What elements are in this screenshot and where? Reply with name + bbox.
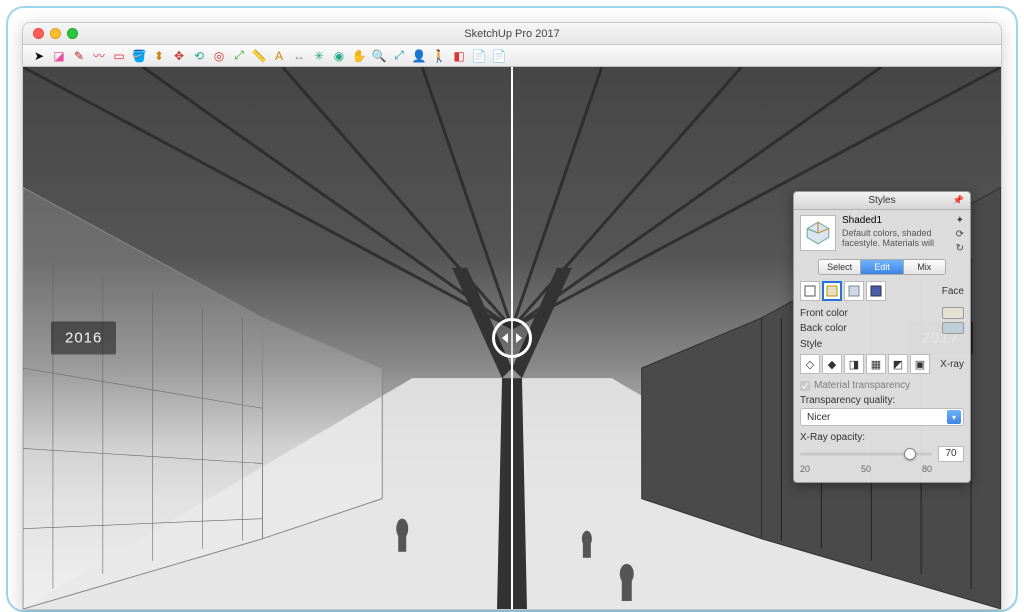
tab-mix[interactable]: Mix (903, 260, 945, 274)
tick-20: 20 (800, 464, 810, 474)
style-name: Shaded1 (842, 215, 950, 226)
tab-edit[interactable]: Edit (860, 260, 902, 274)
tool-axes-icon[interactable]: ✳ (311, 48, 327, 64)
tool-select-icon[interactable]: ➤ (31, 48, 47, 64)
style-label: Style (800, 339, 822, 350)
style-description: Default colors, shaded facestyle. Materi… (842, 228, 950, 249)
tool-offset-icon[interactable]: ◎ (211, 48, 227, 64)
refresh-style-icon[interactable]: ↻ (956, 243, 964, 254)
tool-layout2-icon[interactable]: 📄 (491, 48, 507, 64)
tool-eraser-icon[interactable]: ◪ (51, 48, 67, 64)
styles-panel-title-label: Styles (868, 195, 895, 206)
tool-text-icon[interactable]: A (271, 48, 287, 64)
background-settings-icon[interactable] (844, 281, 864, 301)
tool-zoom-icon[interactable]: 🔍 (371, 48, 387, 64)
front-color-swatch[interactable] (942, 307, 964, 319)
comparison-label-left: 2016 (51, 322, 116, 355)
style-wireframe-icon[interactable]: ◇ (800, 354, 820, 374)
new-style-icon[interactable]: ✦ (956, 215, 964, 226)
app-window: SketchUp Pro 2017 ➤◪✎〰▭🪣⬍✥⟲◎⤢📏A↔✳◉✋🔍⤢👤🚶◧… (22, 22, 1002, 610)
tool-pushpull-icon[interactable]: ⬍ (151, 48, 167, 64)
tool-layout1-icon[interactable]: 📄 (471, 48, 487, 64)
tool-orbit-icon[interactable]: ◉ (331, 48, 347, 64)
zoom-window-button[interactable] (67, 28, 78, 39)
tool-section-icon[interactable]: ◧ (451, 48, 467, 64)
material-transparency-label: Material transparency (814, 380, 910, 391)
tool-position-icon[interactable]: 👤 (411, 48, 427, 64)
titlebar: SketchUp Pro 2017 (23, 23, 1001, 45)
tool-freehand-icon[interactable]: 〰 (91, 48, 107, 64)
pin-icon[interactable]: 📌 (953, 195, 964, 206)
tool-zoomext-icon[interactable]: ⤢ (391, 48, 407, 64)
front-color-label: Front color (800, 308, 848, 319)
tool-walk-icon[interactable]: 🚶 (431, 48, 447, 64)
transparency-quality-select[interactable]: Nicer ▾ (800, 408, 964, 426)
tool-dimension-icon[interactable]: ↔ (291, 48, 307, 64)
xray-opacity-slider[interactable] (800, 447, 932, 461)
model-viewport[interactable]: 2016 2017 Styles 📌 Shaded1 Default col (23, 67, 1001, 609)
material-transparency-checkbox (800, 381, 810, 391)
back-color-label: Back color (800, 323, 847, 334)
transparency-quality-label: Transparency quality: (800, 395, 964, 406)
tab-select[interactable]: Select (819, 260, 860, 274)
tool-pan-icon[interactable]: ✋ (351, 48, 367, 64)
tool-rotate-icon[interactable]: ⟲ (191, 48, 207, 64)
style-mono-icon[interactable]: ◩ (888, 354, 908, 374)
material-transparency-row: Material transparency (800, 380, 964, 391)
tool-line-icon[interactable]: ✎ (71, 48, 87, 64)
style-xray-icon[interactable]: ▣ (910, 354, 930, 374)
update-style-icon[interactable]: ⟳ (956, 229, 964, 240)
tool-scale-icon[interactable]: ⤢ (231, 48, 247, 64)
tool-paint-icon[interactable]: 🪣 (131, 48, 147, 64)
style-textured-icon[interactable]: ▦ (866, 354, 886, 374)
tick-50: 50 (861, 464, 871, 474)
comparison-slider-handle[interactable] (492, 318, 532, 358)
style-thumbnail[interactable] (800, 215, 836, 251)
face-settings-icon[interactable] (822, 281, 842, 301)
window-title: SketchUp Pro 2017 (23, 28, 1001, 40)
xray-label: X-ray (940, 359, 964, 370)
tool-rectangle-icon[interactable]: ▭ (111, 48, 127, 64)
style-shaded-icon[interactable]: ◨ (844, 354, 864, 374)
main-toolbar: ➤◪✎〰▭🪣⬍✥⟲◎⤢📏A↔✳◉✋🔍⤢👤🚶◧📄📄 (23, 45, 1001, 67)
edge-settings-icon[interactable] (800, 281, 820, 301)
back-color-swatch[interactable] (942, 322, 964, 334)
styles-tab-group: Select Edit Mix (818, 259, 946, 275)
tool-move-icon[interactable]: ✥ (171, 48, 187, 64)
styles-panel[interactable]: Styles 📌 Shaded1 Default colors, shaded … (793, 191, 971, 483)
face-section-label: Face (942, 286, 964, 297)
xray-opacity-label: X-Ray opacity: (800, 432, 964, 443)
styles-panel-title[interactable]: Styles 📌 (794, 192, 970, 210)
watermark-settings-icon[interactable] (866, 281, 886, 301)
minimize-window-button[interactable] (50, 28, 61, 39)
close-window-button[interactable] (33, 28, 44, 39)
tick-80: 80 (922, 464, 932, 474)
xray-opacity-value[interactable]: 70 (938, 446, 964, 462)
transparency-quality-value: Nicer (807, 412, 830, 423)
tool-tape-icon[interactable]: 📏 (251, 48, 267, 64)
style-hidden-icon[interactable]: ◆ (822, 354, 842, 374)
chevron-updown-icon: ▾ (947, 410, 961, 424)
